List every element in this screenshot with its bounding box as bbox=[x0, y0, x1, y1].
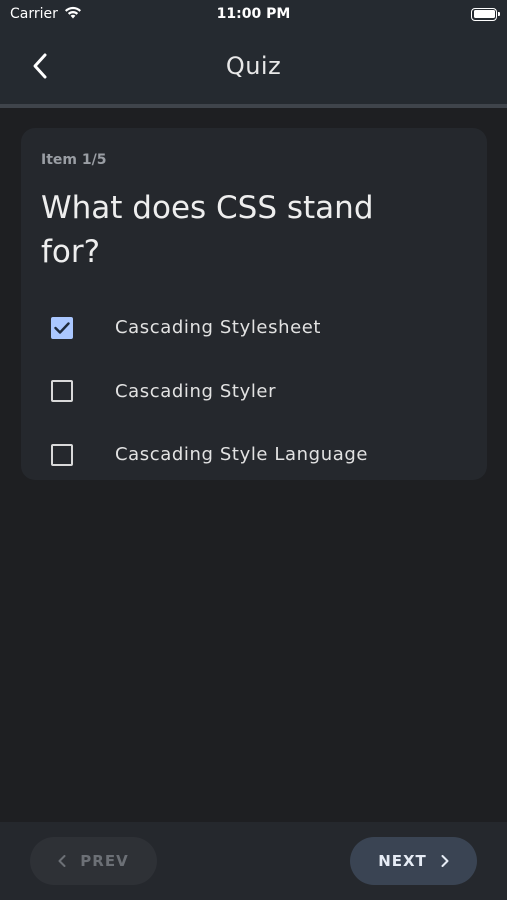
chevron-left-icon bbox=[58, 855, 66, 867]
checkbox[interactable] bbox=[51, 316, 73, 339]
question-card: Item 1/5 What does CSS stand for? Cascad… bbox=[21, 128, 487, 480]
wifi-icon bbox=[64, 6, 82, 23]
option-label: Cascading Style Language bbox=[115, 444, 369, 466]
option-item[interactable]: Cascading Style Language bbox=[41, 423, 467, 487]
option-label: Cascading Styler bbox=[115, 380, 277, 402]
chevron-left-icon bbox=[33, 53, 47, 79]
item-counter: Item 1/5 bbox=[41, 152, 107, 168]
next-button[interactable]: NEXT bbox=[350, 837, 477, 885]
nav-divider bbox=[0, 104, 507, 108]
status-left: Carrier bbox=[10, 6, 82, 23]
back-button[interactable] bbox=[22, 48, 58, 84]
prev-button[interactable]: PREV bbox=[30, 837, 157, 885]
options-list: Cascading Stylesheet Cascading Styler Ca… bbox=[41, 296, 467, 487]
option-item[interactable]: Cascading Styler bbox=[41, 360, 467, 424]
checkbox[interactable] bbox=[51, 380, 73, 403]
question-text: What does CSS stand for? bbox=[41, 190, 374, 270]
option-label: Cascading Stylesheet bbox=[115, 317, 322, 339]
check-icon bbox=[54, 322, 70, 334]
bottom-bar: PREV NEXT bbox=[0, 822, 507, 900]
nav-bar: Quiz bbox=[0, 28, 507, 104]
battery-icon bbox=[471, 7, 500, 21]
checkbox[interactable] bbox=[51, 443, 73, 466]
chevron-right-icon bbox=[441, 855, 449, 867]
page-title: Quiz bbox=[225, 52, 282, 80]
option-item[interactable]: Cascading Stylesheet bbox=[41, 296, 467, 360]
carrier-label: Carrier bbox=[10, 6, 58, 22]
prev-label: PREV bbox=[80, 852, 129, 870]
battery-level bbox=[473, 10, 495, 18]
next-label: NEXT bbox=[378, 852, 427, 870]
status-bar: Carrier 11:00 PM bbox=[0, 0, 507, 28]
